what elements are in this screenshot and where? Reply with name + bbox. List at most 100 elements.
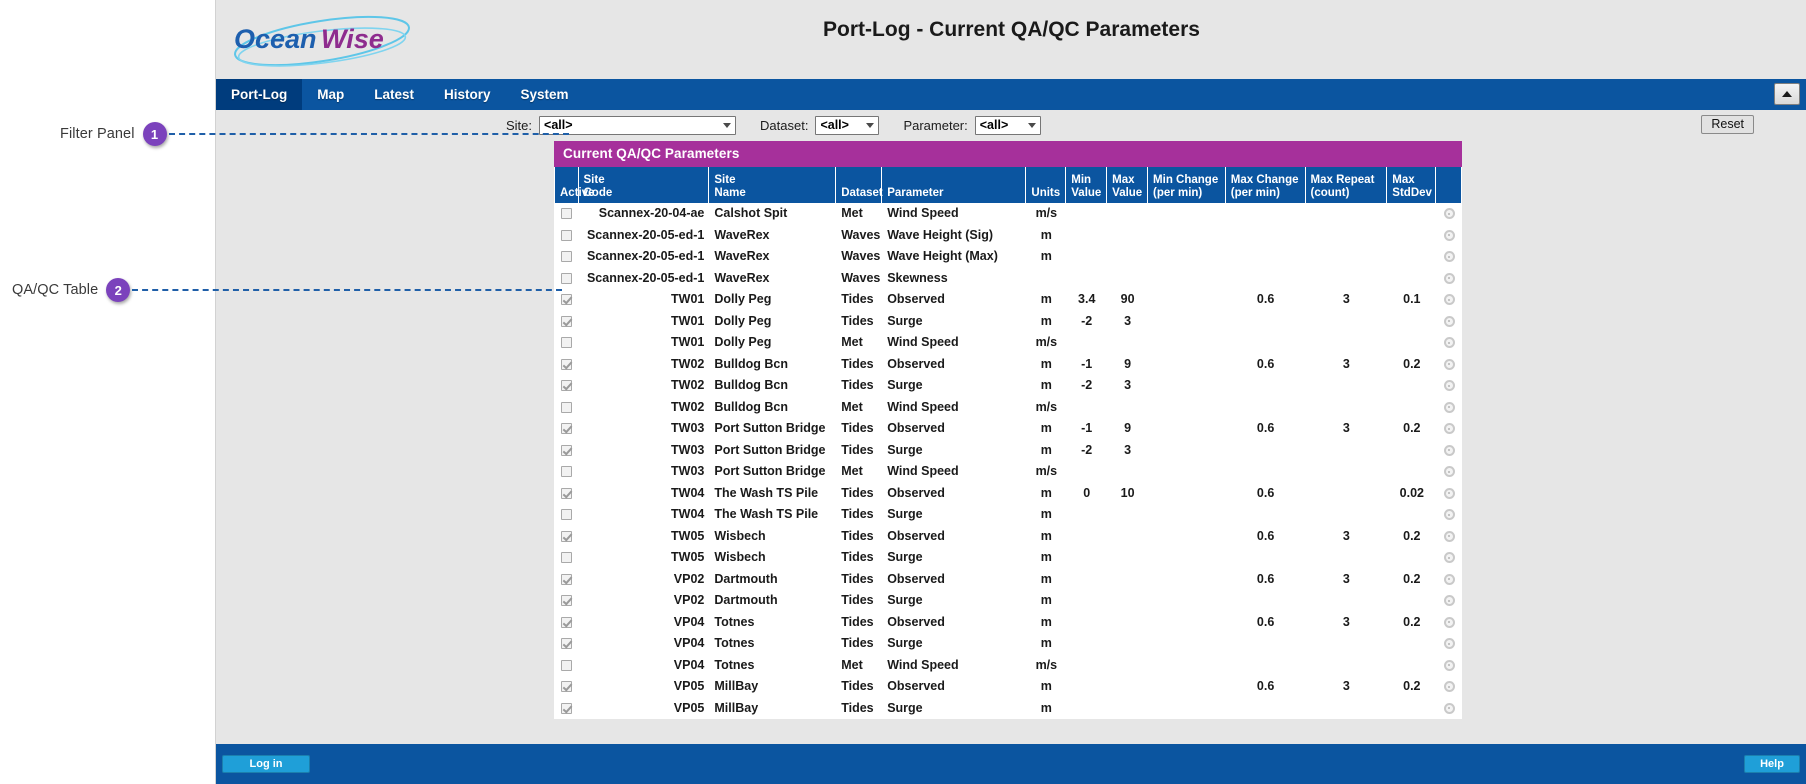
- active-checkbox[interactable]: [561, 358, 573, 370]
- table-row[interactable]: Scannex-20-05-ed-1 WaveRex Waves Skewness: [555, 267, 1461, 289]
- gear-icon[interactable]: [1443, 681, 1455, 693]
- active-checkbox[interactable]: [561, 573, 573, 585]
- collapse-panel-button[interactable]: [1774, 83, 1800, 105]
- table-row[interactable]: TW03 Port Sutton Bridge Tides Observed m -1 9 0…: [555, 418, 1461, 440]
- table-row[interactable]: TW01 Dolly Peg Tides Surge m -2 3: [555, 310, 1461, 332]
- table-row[interactable]: TW01 Dolly Peg Tides Observed m 3.4 90 0.6 3 0.1: [555, 289, 1461, 311]
- active-checkbox[interactable]: [561, 229, 573, 241]
- active-checkbox[interactable]: [561, 315, 573, 327]
- active-checkbox[interactable]: [561, 444, 573, 456]
- active-checkbox[interactable]: [561, 208, 573, 220]
- gear-icon[interactable]: [1443, 573, 1455, 585]
- gear-icon[interactable]: [1443, 358, 1455, 370]
- active-checkbox[interactable]: [561, 595, 573, 607]
- table-row[interactable]: Scannex-20-04-ae Calshot Spit Met Wind Spee…: [555, 203, 1461, 225]
- active-checkbox[interactable]: [561, 251, 573, 263]
- active-checkbox[interactable]: [561, 509, 573, 521]
- site-select[interactable]: <all>: [539, 115, 737, 135]
- table-row[interactable]: VP04 Totnes Tides Observed m 0.6 3 0.2: [555, 611, 1461, 633]
- gear-icon[interactable]: [1443, 509, 1455, 521]
- gear-icon[interactable]: [1443, 401, 1455, 413]
- column-header-3[interactable]: Dataset: [836, 167, 883, 203]
- gear-icon[interactable]: [1443, 444, 1455, 456]
- table-row[interactable]: VP02 Dartmouth Tides Surge m: [555, 590, 1461, 612]
- nav-item-history[interactable]: History: [429, 79, 506, 110]
- table-row[interactable]: TW04 The Wash TS Pile Tides Surge m: [555, 504, 1461, 526]
- column-header-0[interactable]: Active: [555, 167, 595, 203]
- column-header-7[interactable]: Max Value: [1107, 167, 1148, 203]
- column-header-12[interactable]: [1436, 167, 1461, 203]
- active-checkbox[interactable]: [561, 487, 573, 499]
- gear-icon[interactable]: [1443, 530, 1455, 542]
- gear-icon[interactable]: [1443, 272, 1455, 284]
- table-row[interactable]: VP05 MillBay Tides Surge m: [555, 697, 1461, 719]
- active-checkbox[interactable]: [561, 294, 573, 306]
- gear-icon[interactable]: [1443, 702, 1455, 714]
- active-checkbox[interactable]: [561, 659, 573, 671]
- column-header-10[interactable]: Max Repeat (count): [1305, 167, 1387, 203]
- cell-max-stddev: [1387, 504, 1436, 526]
- active-checkbox[interactable]: [561, 681, 573, 693]
- reset-button[interactable]: Reset: [1701, 115, 1754, 134]
- column-header-8[interactable]: Min Change (per min): [1148, 167, 1225, 203]
- gear-icon[interactable]: [1443, 315, 1455, 327]
- gear-icon[interactable]: [1443, 552, 1455, 564]
- column-header-11[interactable]: Max StdDev: [1387, 167, 1436, 203]
- nav-item-port-log[interactable]: Port-Log: [216, 79, 303, 110]
- gear-icon[interactable]: [1443, 466, 1455, 478]
- active-checkbox[interactable]: [561, 552, 573, 564]
- active-checkbox[interactable]: [561, 466, 573, 478]
- gear-icon[interactable]: [1443, 638, 1455, 650]
- table-row[interactable]: TW02 Bulldog Bcn Tides Observed m -1 9 0.6 3 0.2: [555, 353, 1461, 375]
- gear-icon[interactable]: [1443, 337, 1455, 349]
- active-checkbox[interactable]: [561, 337, 573, 349]
- table-row[interactable]: VP04 Totnes Met Wind Speed m/s: [555, 654, 1461, 676]
- column-header-6[interactable]: Min Value: [1066, 167, 1107, 203]
- table-row[interactable]: TW01 Dolly Peg Met Wind Speed m/s: [555, 332, 1461, 354]
- gear-icon[interactable]: [1443, 659, 1455, 671]
- parameter-select[interactable]: <all>: [974, 115, 1041, 135]
- gear-icon[interactable]: [1443, 616, 1455, 628]
- table-row[interactable]: TW04 The Wash TS Pile Tides Observed m 0 10 0.6…: [555, 482, 1461, 504]
- column-header-5[interactable]: Units: [1026, 167, 1066, 203]
- column-header-line1: Max Repeat: [1310, 173, 1375, 186]
- dataset-select[interactable]: <all>: [815, 115, 880, 135]
- active-checkbox[interactable]: [561, 401, 573, 413]
- table-row[interactable]: VP05 MillBay Tides Observed m 0.6 3 0.2: [555, 676, 1461, 698]
- table-row[interactable]: TW02 Bulldog Bcn Met Wind Speed m/s: [555, 396, 1461, 418]
- table-row[interactable]: TW05 Wisbech Tides Observed m 0.6 3 0.2: [555, 525, 1461, 547]
- active-checkbox[interactable]: [561, 423, 573, 435]
- table-row[interactable]: TW03 Port Sutton Bridge Tides Surge m -2 3: [555, 439, 1461, 461]
- column-header-4[interactable]: Parameter: [882, 167, 1026, 203]
- login-button[interactable]: Log in: [222, 755, 310, 773]
- help-button[interactable]: Help: [1744, 755, 1800, 773]
- gear-icon[interactable]: [1443, 487, 1455, 499]
- active-checkbox[interactable]: [561, 272, 573, 284]
- active-checkbox[interactable]: [561, 638, 573, 650]
- table-row[interactable]: VP02 Dartmouth Tides Observed m 0.6 3 0.2: [555, 568, 1461, 590]
- gear-icon[interactable]: [1443, 208, 1455, 220]
- gear-icon[interactable]: [1443, 251, 1455, 263]
- table-row[interactable]: TW02 Bulldog Bcn Tides Surge m -2 3: [555, 375, 1461, 397]
- nav-item-system[interactable]: System: [506, 79, 584, 110]
- gear-icon[interactable]: [1443, 380, 1455, 392]
- active-checkbox[interactable]: [561, 616, 573, 628]
- column-header-2[interactable]: Site Name: [709, 167, 836, 203]
- active-checkbox[interactable]: [561, 380, 573, 392]
- gear-icon[interactable]: [1443, 595, 1455, 607]
- nav-item-latest[interactable]: Latest: [359, 79, 429, 110]
- gear-icon[interactable]: [1443, 229, 1455, 241]
- table-row[interactable]: Scannex-20-05-ed-1 WaveRex Waves Wave Heigh…: [555, 224, 1461, 246]
- table-row[interactable]: VP04 Totnes Tides Surge m: [555, 633, 1461, 655]
- active-checkbox[interactable]: [561, 702, 573, 714]
- gear-icon[interactable]: [1443, 423, 1455, 435]
- table-row[interactable]: TW05 Wisbech Tides Surge m: [555, 547, 1461, 569]
- table-row[interactable]: TW03 Port Sutton Bridge Met Wind Speed m/s: [555, 461, 1461, 483]
- table-row[interactable]: Scannex-20-05-ed-1 WaveRex Waves Wave Heigh…: [555, 246, 1461, 268]
- active-checkbox[interactable]: [561, 530, 573, 542]
- column-header-1[interactable]: Site Code: [578, 167, 709, 203]
- column-header-line2: Value: [1071, 186, 1102, 199]
- column-header-9[interactable]: Max Change (per min): [1225, 167, 1305, 203]
- gear-icon[interactable]: [1443, 294, 1455, 306]
- nav-item-map[interactable]: Map: [302, 79, 359, 110]
